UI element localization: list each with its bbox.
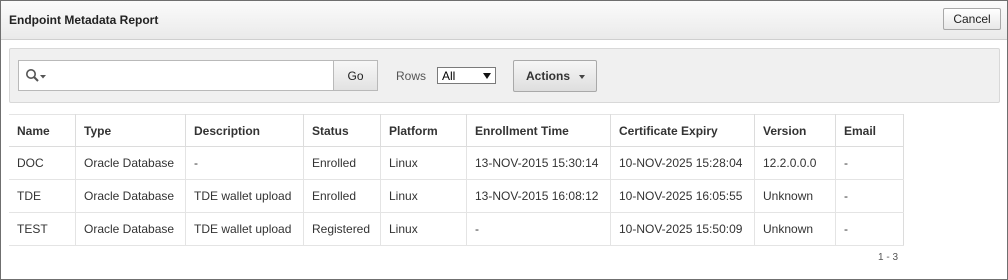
cell-version: Unknown (754, 212, 836, 246)
rows-label: Rows (396, 69, 427, 83)
page-title: Endpoint Metadata Report (9, 13, 159, 27)
cell-email: - (835, 212, 904, 246)
cell-version: 12.2.0.0.0 (754, 146, 836, 180)
cell-name: TDE (9, 179, 76, 213)
cell-name: TEST (9, 212, 76, 246)
caret-down-icon (579, 75, 585, 79)
cell-enrollment-time: 13-NOV-2015 16:08:12 (466, 179, 611, 213)
cell-description: - (185, 146, 304, 180)
pagination-range: 1 - 3 (878, 252, 899, 263)
actions-menu-button[interactable]: Actions (513, 60, 597, 92)
cell-type: Oracle Database (75, 212, 186, 246)
cell-name: DOC (9, 146, 76, 180)
cell-platform: Linux (380, 179, 467, 213)
cell-email: - (835, 146, 904, 180)
cell-enrollment-time: - (466, 212, 611, 246)
search-icon[interactable] (25, 68, 47, 84)
dialog: Endpoint Metadata Report Cancel Go Rows … (0, 0, 1008, 280)
cell-platform: Linux (380, 212, 467, 246)
column-header-email[interactable]: Email (835, 114, 904, 147)
cell-enrollment-time: 13-NOV-2015 15:30:14 (466, 146, 611, 180)
cancel-button[interactable]: Cancel (943, 8, 1001, 30)
column-header-name[interactable]: Name (9, 114, 76, 147)
cell-version: Unknown (754, 179, 836, 213)
column-header-version[interactable]: Version (754, 114, 836, 147)
column-header-type[interactable]: Type (75, 114, 186, 147)
column-header-status[interactable]: Status (303, 114, 381, 147)
table-row: TEST Oracle Database TDE wallet upload R… (9, 212, 904, 246)
cell-status: Registered (303, 212, 381, 246)
search-field[interactable] (18, 60, 334, 91)
table-header-row: Name Type Description Status Platform En… (9, 114, 904, 147)
cell-certificate-expiry: 10-NOV-2025 16:05:55 (610, 179, 755, 213)
cell-email: - (835, 179, 904, 213)
cell-description: TDE wallet upload (185, 179, 304, 213)
cell-status: Enrolled (303, 179, 381, 213)
column-header-platform[interactable]: Platform (380, 114, 467, 147)
rows-select[interactable]: All (437, 67, 496, 84)
cell-type: Oracle Database (75, 179, 186, 213)
report-table: Name Type Description Status Platform En… (9, 114, 904, 246)
cell-certificate-expiry: 10-NOV-2025 15:28:04 (610, 146, 755, 180)
report-toolbar: Go Rows All Actions (9, 48, 1000, 103)
cell-description: TDE wallet upload (185, 212, 304, 246)
actions-label: Actions (526, 69, 571, 83)
rows-select-value: All (442, 69, 456, 83)
cell-certificate-expiry: 10-NOV-2025 15:50:09 (610, 212, 755, 246)
cell-platform: Linux (380, 146, 467, 180)
column-header-description[interactable]: Description (185, 114, 304, 147)
table-row: DOC Oracle Database - Enrolled Linux 13-… (9, 146, 904, 180)
column-header-enrollment-time[interactable]: Enrollment Time (466, 114, 611, 147)
table-row: TDE Oracle Database TDE wallet upload En… (9, 179, 904, 213)
dialog-header: Endpoint Metadata Report Cancel (1, 1, 1007, 40)
go-button[interactable]: Go (334, 60, 378, 91)
chevron-down-icon (483, 73, 491, 79)
search-input[interactable] (51, 65, 333, 89)
cell-type: Oracle Database (75, 146, 186, 180)
cell-status: Enrolled (303, 146, 381, 180)
column-header-certificate-expiry[interactable]: Certificate Expiry (610, 114, 755, 147)
